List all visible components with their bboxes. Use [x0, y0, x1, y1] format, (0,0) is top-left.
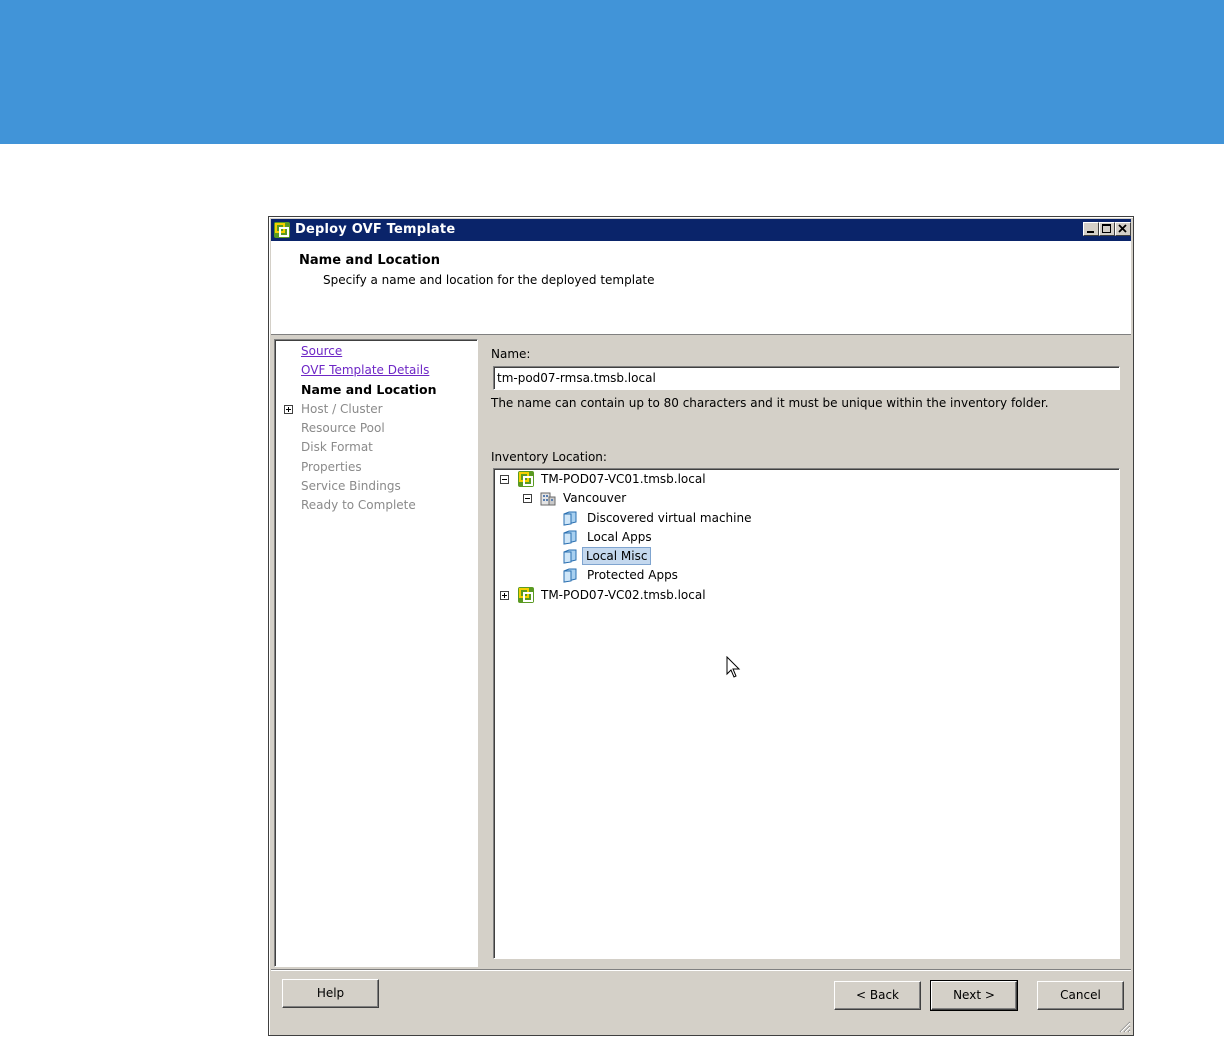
collapse-datacenter-icon[interactable]: [523, 494, 532, 503]
vsphere-icon: [274, 222, 290, 238]
cancel-button[interactable]: Cancel: [1037, 981, 1124, 1010]
name-field[interactable]: [493, 366, 1120, 390]
tree-label-vc01: TM-POD07-VC01.tmsb.local: [541, 472, 706, 486]
help-button[interactable]: Help: [282, 979, 379, 1008]
tree-label-datacenter: Vancouver: [563, 491, 627, 505]
datacenter-icon: [540, 492, 556, 506]
step-name-and-location: Name and Location: [301, 382, 437, 397]
tree-node-folder-selected[interactable]: Local Misc: [562, 547, 762, 565]
wizard-header: Name and Location Specify a name and loc…: [271, 241, 1131, 335]
minimize-button[interactable]: [1083, 222, 1099, 236]
name-hint: The name can contain up to 80 characters…: [491, 396, 1049, 410]
tree-label-vc02: TM-POD07-VC02.tmsb.local: [541, 588, 706, 602]
step-properties: Properties: [301, 460, 362, 474]
folder-icon: [563, 549, 577, 564]
next-button[interactable]: Next >: [930, 980, 1018, 1011]
close-button[interactable]: [1115, 222, 1131, 236]
collapse-vc01-icon[interactable]: [500, 475, 509, 484]
step-disk-format: Disk Format: [301, 440, 373, 454]
wizard-step-list: Source OVF Template Details Name and Loc…: [274, 339, 478, 967]
folder-icon: [563, 568, 577, 583]
folder-icon: [563, 530, 577, 545]
step-resource-pool: Resource Pool: [301, 421, 385, 435]
tree-node-datacenter[interactable]: Vancouver: [522, 489, 722, 507]
tree-node-folder[interactable]: Discovered virtual machine: [562, 509, 862, 527]
step-ovf-template-details[interactable]: OVF Template Details: [301, 363, 429, 377]
step-host-cluster: Host / Cluster: [301, 402, 383, 416]
folder-icon: [563, 511, 577, 526]
tree-node-folder[interactable]: Protected Apps: [562, 566, 762, 584]
step-title: Name and Location: [299, 253, 440, 268]
step-subtitle: Specify a name and location for the depl…: [323, 273, 655, 287]
tree-node-folder[interactable]: Local Apps: [562, 528, 762, 546]
inventory-tree: TM-POD07-VC01.tmsb.local Vancouver Disco…: [493, 468, 1120, 959]
tree-label-folder: Local Apps: [587, 530, 652, 544]
inventory-location-label: Inventory Location:: [491, 450, 607, 464]
close-icon: [1118, 224, 1127, 233]
title-bar: Deploy OVF Template: [271, 219, 1131, 241]
minimize-icon: [1087, 231, 1094, 233]
deploy-ovf-dialog: Deploy OVF Template Name and Location Sp…: [268, 216, 1134, 1036]
maximize-icon: [1102, 224, 1111, 233]
step-service-bindings: Service Bindings: [301, 479, 401, 493]
top-banner: [0, 0, 1224, 144]
tree-node-vc01[interactable]: TM-POD07-VC01.tmsb.local: [498, 470, 798, 488]
vcenter-icon: [518, 471, 534, 487]
maximize-button[interactable]: [1099, 222, 1115, 236]
tree-label-folder: Protected Apps: [587, 568, 678, 582]
back-button[interactable]: < Back: [834, 981, 921, 1010]
step-ready-to-complete: Ready to Complete: [301, 498, 416, 512]
vcenter-icon: [518, 587, 534, 603]
expand-vc02-icon[interactable]: [500, 591, 509, 600]
mouse-cursor-icon: [726, 656, 741, 678]
footer-separator: [271, 969, 1131, 971]
window-title: Deploy OVF Template: [295, 222, 456, 237]
resize-grip-icon[interactable]: [1117, 1019, 1131, 1033]
expand-host-cluster-icon[interactable]: [284, 405, 293, 414]
step-source[interactable]: Source: [301, 344, 342, 358]
tree-node-vc02[interactable]: TM-POD07-VC02.tmsb.local: [498, 586, 798, 604]
tree-label-folder-selected: Local Misc: [582, 547, 652, 565]
tree-label-folder: Discovered virtual machine: [587, 511, 752, 525]
name-label: Name:: [491, 347, 531, 361]
